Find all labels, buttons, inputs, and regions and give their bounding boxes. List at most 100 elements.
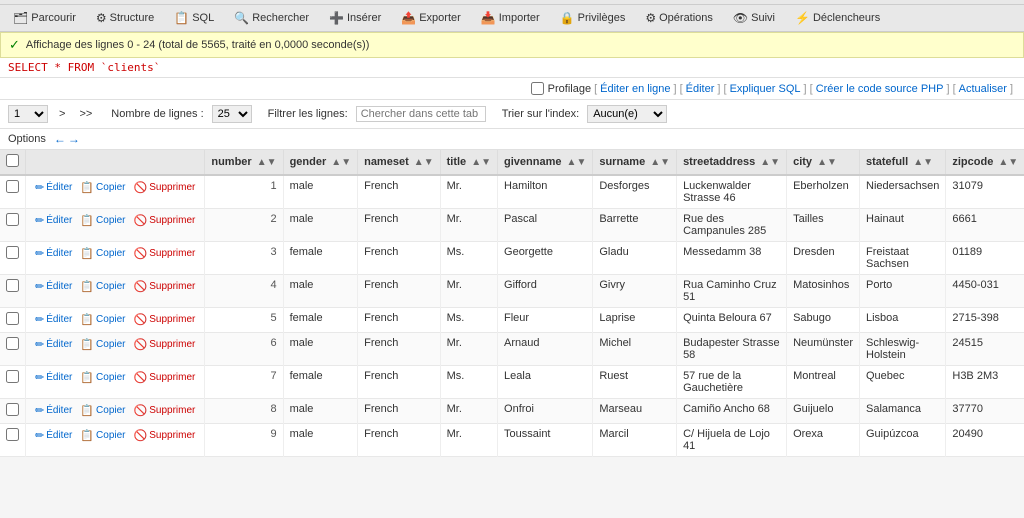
profiling-checkbox[interactable] (531, 82, 544, 95)
nav-item-exporter[interactable]: 📤Exporter (392, 7, 470, 29)
row-checkbox[interactable] (6, 403, 19, 416)
row-checkbox[interactable] (6, 213, 19, 226)
cell-streetaddress: Quinta Beloura 67 (677, 308, 787, 333)
row-checkbox[interactable] (6, 428, 19, 441)
delete-button[interactable]: 🚫 Supprimer (131, 180, 199, 195)
nav-item-privileges[interactable]: 🔒Privilèges (551, 7, 635, 29)
select-all-checkbox[interactable] (6, 154, 19, 167)
last-page-button[interactable]: >> (76, 107, 95, 121)
arrow-right-icon[interactable]: → (68, 132, 80, 146)
row-actions: ✏ Éditer 📋 Copier 🚫 Supprimer (32, 213, 198, 228)
nav-item-structure[interactable]: ⚙Structure (87, 7, 163, 29)
th-number[interactable]: number ▲▼ (205, 150, 283, 175)
row-actions: ✏ Éditer 📋 Copier 🚫 Supprimer (32, 337, 198, 352)
edit-button[interactable]: ✏ Éditer (32, 403, 75, 418)
row-checkbox[interactable] (6, 246, 19, 259)
th-givenname[interactable]: givenname ▲▼ (498, 150, 593, 175)
delete-icon: 🚫 (134, 404, 148, 417)
operations-icon: ⚙ (645, 11, 656, 25)
nav-label-rechercher: Rechercher (252, 12, 309, 24)
copy-button[interactable]: 📋 Copier (77, 180, 128, 195)
delete-button[interactable]: 🚫 Supprimer (131, 428, 199, 443)
edit-button[interactable]: ✏ Éditer (32, 428, 75, 443)
toolbar: Profilage [ Éditer en ligne ] [ Éditer ]… (0, 78, 1024, 100)
th-gender[interactable]: gender ▲▼ (283, 150, 358, 175)
cell-number: 4 (205, 275, 283, 308)
edit-button[interactable]: ✏ Éditer (32, 180, 75, 195)
row-checkbox[interactable] (6, 312, 19, 325)
delete-button[interactable]: 🚫 Supprimer (131, 312, 199, 327)
table-row: ✏ Éditer 📋 Copier 🚫 Supprimer 2 male Fre… (0, 209, 1024, 242)
nav-item-declencheurs[interactable]: ⚡Déclencheurs (786, 7, 889, 29)
rows-label: Nombre de lignes : (111, 108, 203, 120)
rows-select[interactable]: 25 (212, 105, 252, 123)
edit-button[interactable]: ✏ Éditer (32, 279, 75, 294)
edit-button[interactable]: ✏ Éditer (32, 370, 75, 385)
copy-button[interactable]: 📋 Copier (77, 428, 128, 443)
edit-button[interactable]: ✏ Éditer (32, 246, 75, 261)
cell-zipcode: 31079 (946, 175, 1024, 209)
nav-item-operations[interactable]: ⚙Opérations (636, 7, 722, 29)
nav-item-parcourir[interactable]: 🗂Parcourir (4, 7, 85, 29)
copy-button[interactable]: 📋 Copier (77, 312, 128, 327)
cell-gender: male (283, 275, 358, 308)
row-actions: ✏ Éditer 📋 Copier 🚫 Supprimer (32, 370, 198, 385)
cell-title: Mr. (440, 175, 497, 209)
delete-button[interactable]: 🚫 Supprimer (131, 279, 199, 294)
edit-link[interactable]: Éditer (686, 83, 715, 95)
cell-gender: male (283, 333, 358, 366)
nav-item-importer[interactable]: 📥Importer (472, 7, 549, 29)
next-page-button[interactable]: > (56, 107, 68, 121)
copy-button[interactable]: 📋 Copier (77, 370, 128, 385)
delete-button[interactable]: 🚫 Supprimer (131, 370, 199, 385)
cell-surname: Gladu (593, 242, 677, 275)
copy-button[interactable]: 📋 Copier (77, 403, 128, 418)
edit-button[interactable]: ✏ Éditer (32, 337, 75, 352)
edit-inline-link[interactable]: Éditer en ligne (600, 83, 670, 95)
row-checkbox[interactable] (6, 370, 19, 383)
sep6: ] (1010, 83, 1013, 95)
cell-statefull: Freistaat Sachsen (860, 242, 946, 275)
copy-icon: 📋 (80, 338, 94, 351)
delete-button[interactable]: 🚫 Supprimer (131, 213, 199, 228)
page-select[interactable]: 1 (8, 105, 48, 123)
delete-button[interactable]: 🚫 Supprimer (131, 337, 199, 352)
cell-streetaddress: Camiño Ancho 68 (677, 399, 787, 424)
arrow-left-icon[interactable]: ← (54, 132, 66, 146)
edit-button[interactable]: ✏ Éditer (32, 213, 75, 228)
copy-button[interactable]: 📋 Copier (77, 246, 128, 261)
cell-city: Orexa (787, 424, 860, 457)
cell-surname: Michel (593, 333, 677, 366)
nav-item-suivi[interactable]: 👁Suivi (724, 7, 784, 29)
th-city[interactable]: city ▲▼ (787, 150, 860, 175)
refresh-link[interactable]: Actualiser (959, 83, 1007, 95)
row-checkbox-cell (0, 242, 26, 275)
row-checkbox[interactable] (6, 337, 19, 350)
filter-input[interactable] (356, 106, 486, 122)
edit-icon: ✏ (35, 404, 44, 417)
edit-button[interactable]: ✏ Éditer (32, 312, 75, 327)
copy-button[interactable]: 📋 Copier (77, 337, 128, 352)
nav-item-rechercher[interactable]: 🔍Rechercher (225, 7, 318, 29)
cell-surname: Laprise (593, 308, 677, 333)
cell-number: 7 (205, 366, 283, 399)
th-streetaddress[interactable]: streetaddress ▲▼ (677, 150, 787, 175)
create-php-link[interactable]: Créer le code source PHP (816, 83, 944, 95)
th-zipcode[interactable]: zipcode ▲▼ (946, 150, 1024, 175)
th-nameset[interactable]: nameset ▲▼ (358, 150, 441, 175)
delete-button[interactable]: 🚫 Supprimer (131, 403, 199, 418)
options-row: Options ← → (0, 129, 1024, 150)
copy-button[interactable]: 📋 Copier (77, 213, 128, 228)
explain-sql-link[interactable]: Expliquer SQL (730, 83, 801, 95)
sort-select[interactable]: Aucun(e) (587, 105, 667, 123)
th-statefull[interactable]: statefull ▲▼ (860, 150, 946, 175)
nav-item-sql[interactable]: 📋SQL (165, 7, 223, 29)
delete-button[interactable]: 🚫 Supprimer (131, 246, 199, 261)
row-checkbox[interactable] (6, 180, 19, 193)
nav-item-inserer[interactable]: ➕Insérer (320, 7, 390, 29)
copy-button[interactable]: 📋 Copier (77, 279, 128, 294)
th-title[interactable]: title ▲▼ (440, 150, 497, 175)
th-surname[interactable]: surname ▲▼ (593, 150, 677, 175)
cell-title: Ms. (440, 308, 497, 333)
row-checkbox[interactable] (6, 279, 19, 292)
